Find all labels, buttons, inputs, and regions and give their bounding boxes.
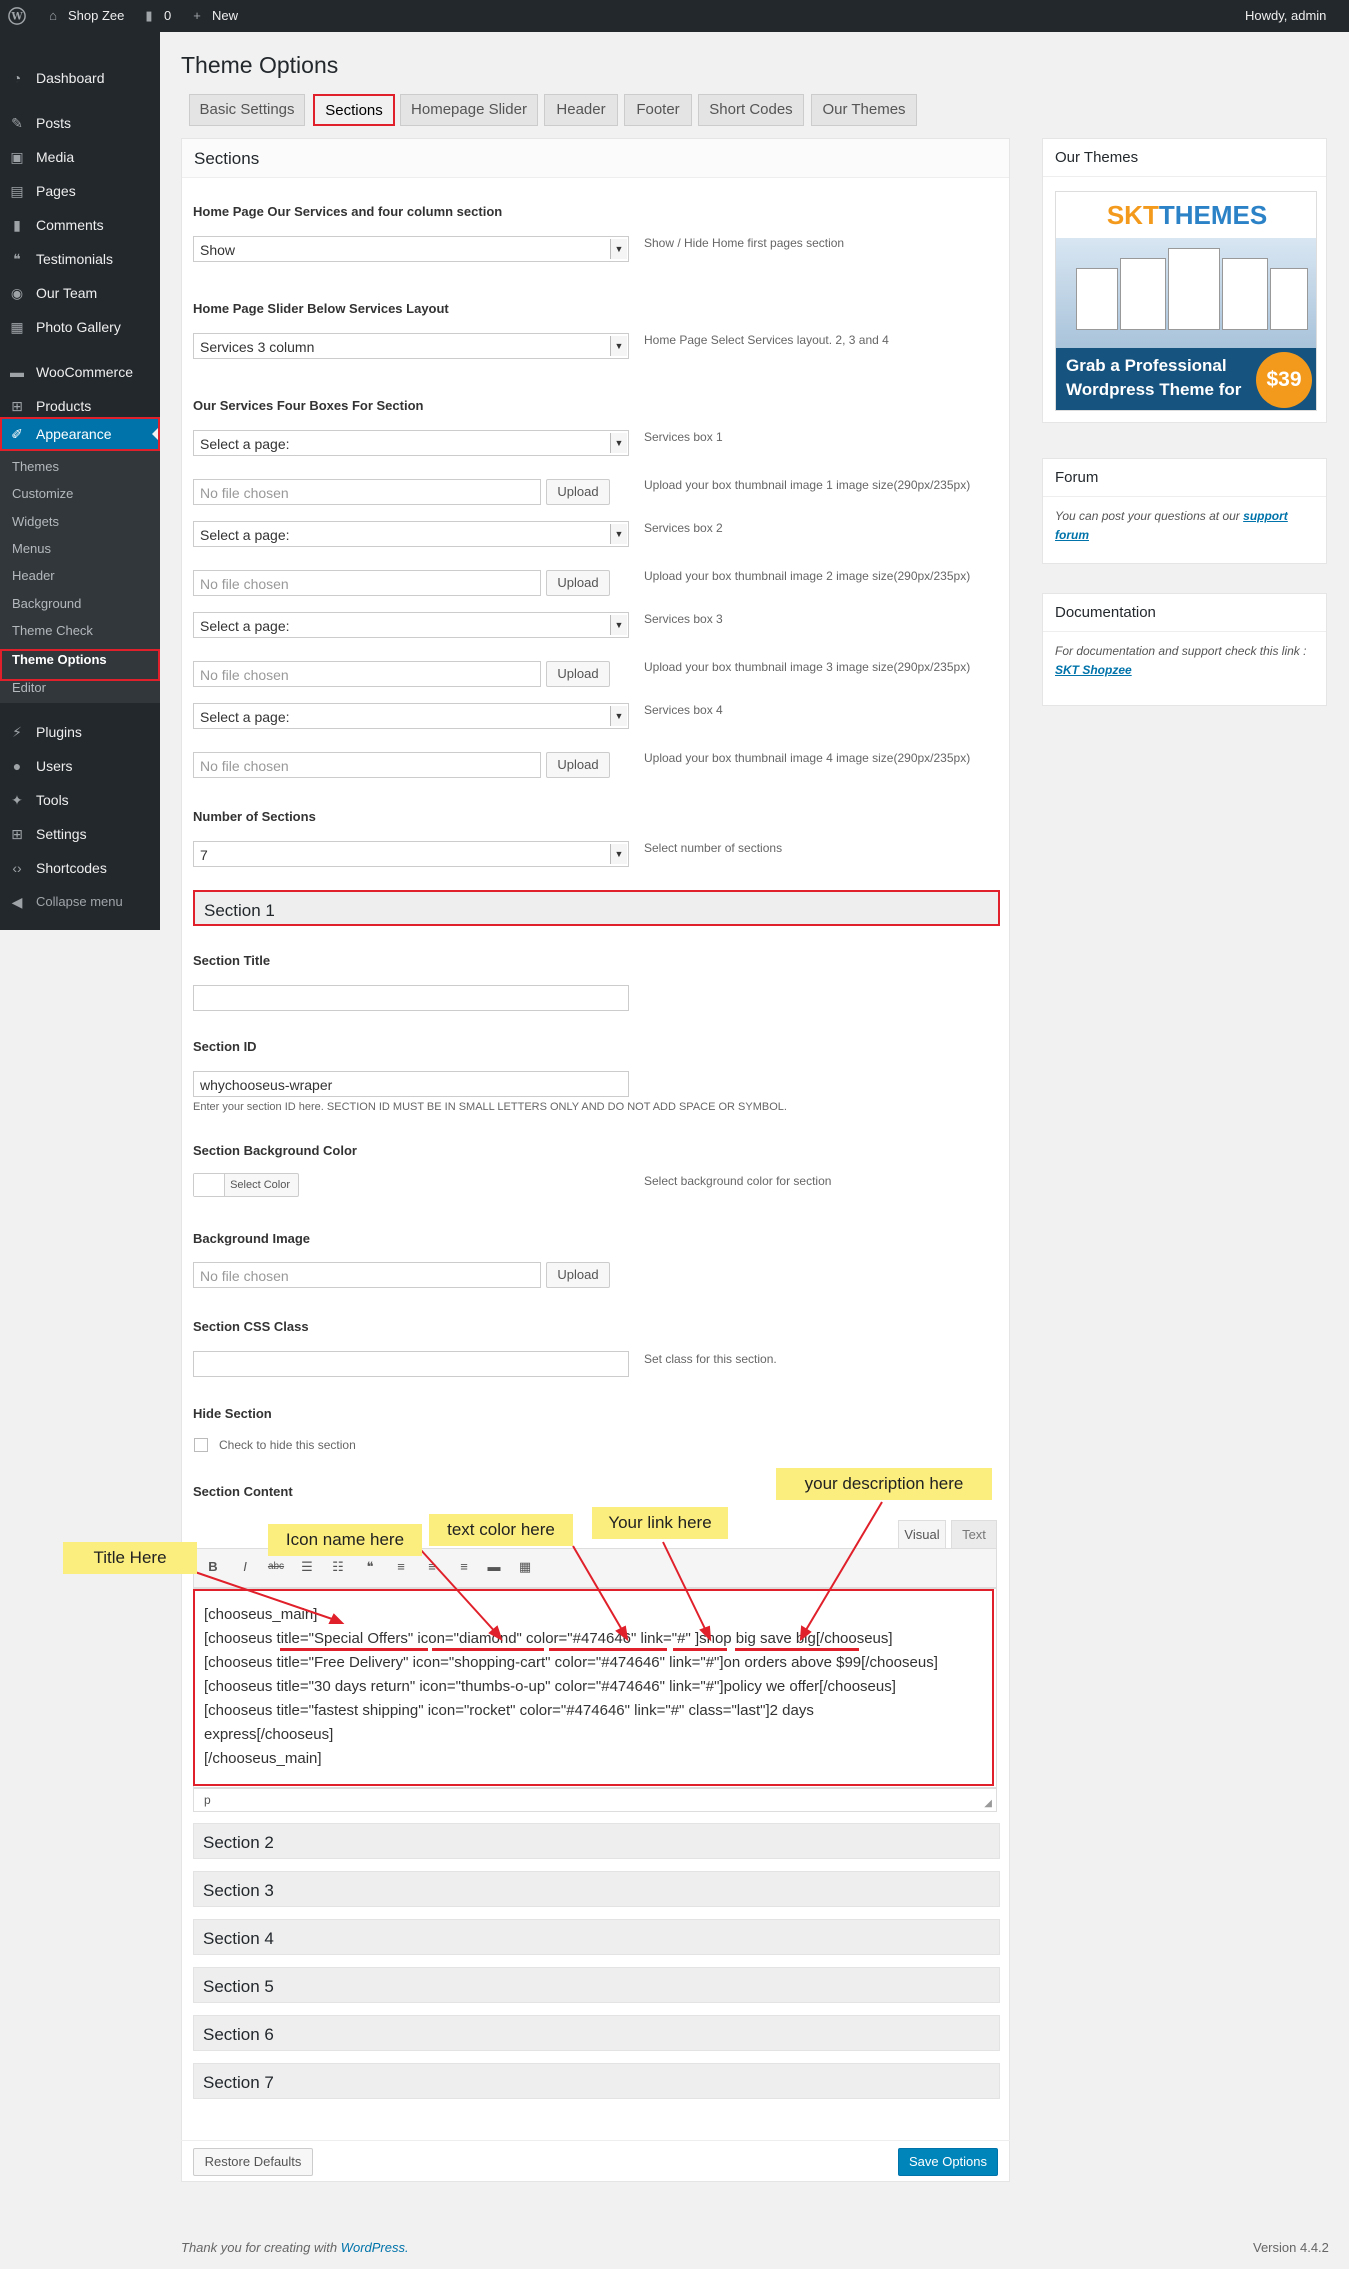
section-7-header[interactable]: Section 7 bbox=[193, 2063, 1000, 2099]
forum-box: Forum You can post your questions at our… bbox=[1042, 458, 1327, 564]
footer-version: Version 4.4.2 bbox=[1253, 2240, 1329, 2255]
section-4-header[interactable]: Section 4 bbox=[193, 1919, 1000, 1955]
section-6-header[interactable]: Section 6 bbox=[193, 2015, 1000, 2051]
banner-screen-4 bbox=[1222, 258, 1268, 330]
section-5-header[interactable]: Section 5 bbox=[193, 1967, 1000, 2003]
wordpress-link[interactable]: WordPress. bbox=[341, 2240, 409, 2255]
documentation-title: Documentation bbox=[1055, 604, 1156, 621]
skt-themes-banner[interactable]: SKTTHEMES Grab a Professional Wordpress … bbox=[1055, 191, 1317, 411]
our-themes-box: Our Themes SKTTHEMES Grab a Professional… bbox=[1042, 138, 1327, 423]
forum-divider bbox=[1043, 496, 1326, 497]
documentation-divider bbox=[1043, 631, 1326, 632]
note-icon-name: Icon name here bbox=[268, 1524, 422, 1556]
banner-cta: Grab a Professional Wordpress Theme for … bbox=[1056, 348, 1316, 410]
documentation-text: For documentation and support check this… bbox=[1055, 644, 1307, 677]
note-title-here: Title Here bbox=[63, 1542, 197, 1574]
banner-screen-2 bbox=[1120, 258, 1166, 330]
note-your-link: Your link here bbox=[592, 1507, 728, 1539]
our-themes-divider bbox=[1043, 176, 1326, 177]
section-3-header[interactable]: Section 3 bbox=[193, 1871, 1000, 1907]
banner-screen-3 bbox=[1168, 248, 1220, 330]
forum-title: Forum bbox=[1055, 469, 1099, 486]
banner-screen-5 bbox=[1270, 268, 1308, 330]
banner-logo: SKTTHEMES bbox=[1056, 192, 1316, 238]
panel-footer-divider bbox=[181, 2140, 1010, 2141]
footer-thanks: Thank you for creating with WordPress. bbox=[181, 2240, 409, 2255]
our-themes-title: Our Themes bbox=[1055, 149, 1139, 166]
save-options-button[interactable]: Save Options bbox=[898, 2148, 998, 2176]
section-2-header[interactable]: Section 2 bbox=[193, 1823, 1000, 1859]
banner-screen-1 bbox=[1076, 268, 1118, 330]
banner-screenshots bbox=[1056, 238, 1316, 348]
note-your-description: your description here bbox=[776, 1468, 992, 1500]
documentation-box: Documentation For documentation and supp… bbox=[1042, 593, 1327, 706]
forum-text: You can post your questions at our suppo… bbox=[1055, 509, 1288, 542]
note-text-color: text color here bbox=[429, 1514, 573, 1546]
price-badge: $39 bbox=[1256, 352, 1312, 408]
skt-shopzee-link[interactable]: SKT Shopzee bbox=[1055, 663, 1132, 677]
restore-defaults-button[interactable]: Restore Defaults bbox=[193, 2148, 313, 2176]
